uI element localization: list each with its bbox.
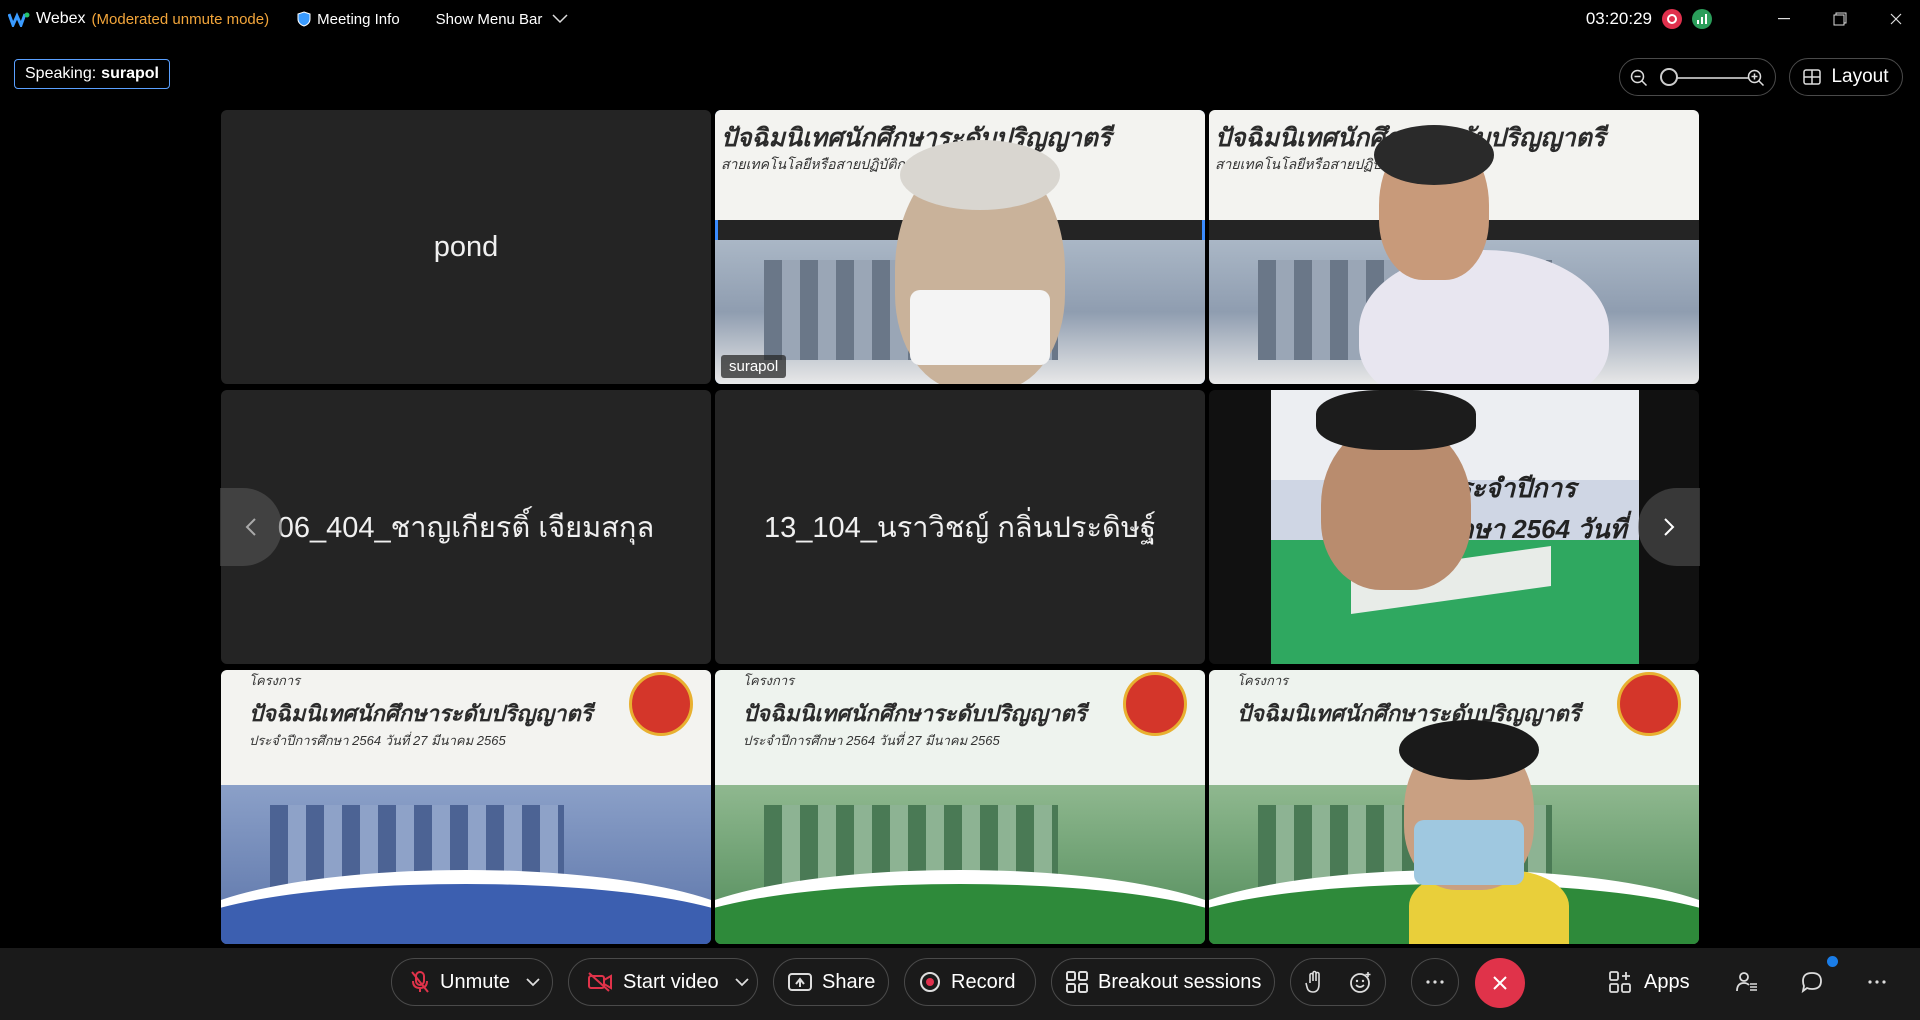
- chat-notification-badge: [1827, 956, 1838, 967]
- participant-name: 06_404_ชาญเกียรติ์ เจียมสกุล: [277, 512, 655, 544]
- banner-header: โครงการ: [1237, 673, 1289, 688]
- webex-logo-icon: [8, 12, 30, 27]
- more-dots-icon: [1426, 980, 1444, 984]
- share-screen-icon: [788, 973, 812, 991]
- shield-icon: [297, 11, 311, 27]
- video-off-icon: [588, 972, 612, 992]
- more-dots-icon: [1868, 980, 1886, 984]
- participant-tile-pond[interactable]: pond: [221, 110, 711, 384]
- record-icon: [920, 972, 940, 992]
- banner-title: ปัจฉิมนิเทศนักศึกษาระดับปริญญาตรี: [743, 701, 1087, 727]
- start-video-label: Start video: [623, 970, 719, 993]
- participant-tile-video-3[interactable]: โครงการ ปัจฉิมนิเทศนักศึกษาระดับปริญญาตร…: [221, 670, 711, 944]
- share-label: Share: [822, 970, 876, 993]
- participant-tile-video-1[interactable]: ปัจฉิมนิเทศนักศึกษาระดับปริญญาตรี สายเทค…: [1209, 110, 1699, 384]
- reactions-group: [1290, 958, 1386, 1006]
- participant-name-chip: surapol: [721, 355, 787, 378]
- layout-button[interactable]: Layout: [1789, 58, 1903, 96]
- breakout-sessions-label: Breakout sessions: [1098, 970, 1262, 993]
- minimize-icon: [1778, 18, 1790, 20]
- chevron-down-icon[interactable]: [734, 977, 749, 987]
- participant-name: 13_104_นราวิชญ์ กลิ่นประดิษฐ์: [764, 512, 1156, 544]
- participant-tile-video-2[interactable]: ประจำปีการศึกษา 2564 วันที่ 27 มีนาคม 25…: [1209, 390, 1699, 664]
- participant-tile-surapol[interactable]: ปัจฉิมนิเทศนักศึกษาระดับปริญญาตรี สายเทค…: [715, 110, 1205, 384]
- banner-subtitle: สายเทคโนโลยีหรือสายปฏิบัติการ: [721, 156, 921, 172]
- participant-video: โครงการ ปัจฉิมนิเทศนักศึกษาระดับปริญญาตร…: [715, 670, 1205, 944]
- chevron-left-icon: [245, 518, 256, 536]
- banner-title: ปัจฉิมนิเทศนักศึกษาระดับปริญญาตรี: [1237, 701, 1581, 727]
- overflow-menu-button[interactable]: [1868, 958, 1886, 1006]
- meeting-info-label: Meeting Info: [317, 10, 400, 28]
- participant-video: โครงการ ปัจฉิมนิเทศนักศึกษาระดับปริญญาตร…: [1209, 670, 1699, 944]
- participants-button[interactable]: [1735, 958, 1759, 1006]
- raise-hand-icon[interactable]: [1304, 970, 1324, 994]
- banner-date: ประจำปีการศึกษา 2564 วันที่ 27 มีนาคม 25…: [249, 733, 506, 748]
- participant-video: ปัจฉิมนิเทศนักศึกษาระดับปริญญาตรี สายเทค…: [1209, 110, 1699, 384]
- show-menu-bar-button[interactable]: Show Menu Bar: [436, 11, 569, 28]
- layout-label: Layout: [1831, 66, 1889, 87]
- restore-button[interactable]: [1816, 0, 1864, 38]
- recording-indicator-icon: [1662, 9, 1682, 29]
- participant-name: pond: [433, 230, 499, 263]
- participant-tile-video-5[interactable]: โครงการ ปัจฉิมนิเทศนักศึกษาระดับปริญญาตร…: [1209, 670, 1699, 944]
- share-button[interactable]: Share: [773, 958, 889, 1006]
- more-options-button[interactable]: [1411, 958, 1459, 1006]
- banner-title: ปัจฉิมนิเทศนักศึกษาระดับปริญญาตรี: [249, 701, 593, 727]
- reactions-emoji-icon[interactable]: [1349, 970, 1373, 994]
- title-bar: Webex (Moderated unmute mode) Meeting In…: [0, 0, 1920, 38]
- close-icon: [1493, 976, 1507, 990]
- leave-meeting-button[interactable]: [1475, 958, 1525, 1008]
- breakout-sessions-button[interactable]: Breakout sessions: [1051, 958, 1275, 1006]
- unmute-label: Unmute: [440, 970, 511, 993]
- participant-video: ปัจฉิมนิเทศนักศึกษาระดับปริญญาตรี สายเทค…: [715, 110, 1205, 384]
- chevron-right-icon: [1664, 518, 1675, 536]
- chat-button[interactable]: [1800, 958, 1824, 1006]
- close-window-button[interactable]: [1872, 0, 1920, 38]
- speaking-name: surapol: [101, 65, 159, 82]
- meeting-mode: (Moderated unmute mode): [91, 10, 270, 28]
- speaking-label: Speaking:: [25, 65, 97, 82]
- network-stats-icon[interactable]: [1692, 9, 1712, 29]
- breakout-grid-icon: [1066, 971, 1088, 993]
- start-video-button[interactable]: Start video: [568, 958, 758, 1006]
- unmute-button[interactable]: Unmute: [391, 958, 553, 1006]
- participant-tile-video-4[interactable]: โครงการ ปัจฉิมนิเทศนักศึกษาระดับปริญญาตร…: [715, 670, 1205, 944]
- chevron-down-icon[interactable]: [526, 977, 540, 987]
- meeting-info-button[interactable]: Meeting Info: [297, 11, 400, 28]
- banner-header: โครงการ: [743, 673, 795, 688]
- microphone-muted-icon: [411, 971, 429, 993]
- chevron-down-icon: [552, 14, 568, 24]
- record-label: Record: [951, 970, 1016, 993]
- app-name: Webex: [36, 10, 86, 27]
- grid-layout-icon: [1803, 69, 1822, 85]
- banner-date: ประจำปีการศึกษา 2564 วันที่ 27 มีนาคม 25…: [743, 733, 1000, 748]
- apps-label: Apps: [1644, 970, 1690, 993]
- meeting-clock: 03:20:29: [1585, 9, 1652, 28]
- show-menu-bar-label: Show Menu Bar: [435, 10, 543, 28]
- zoom-in-icon[interactable]: [1747, 69, 1765, 87]
- restore-icon: [1833, 12, 1847, 26]
- zoom-out-icon[interactable]: [1630, 69, 1648, 87]
- banner-title: ปัจฉิมนิเทศนักศึกษาระดับปริญญาตรี: [721, 123, 1112, 152]
- zoom-slider-knob[interactable]: [1660, 68, 1678, 86]
- participant-tile-13-104[interactable]: 13_104_นราวิชญ์ กลิ่นประดิษฐ์: [715, 390, 1205, 664]
- apps-button[interactable]: Apps: [1608, 958, 1690, 1006]
- chat-bubble-icon: [1801, 972, 1822, 994]
- record-button[interactable]: Record: [904, 958, 1036, 1006]
- participant-video: ประจำปีการศึกษา 2564 วันที่ 27 มีนาคม 25…: [1271, 390, 1639, 664]
- minimize-button[interactable]: [1760, 0, 1808, 38]
- close-icon: [1890, 13, 1902, 25]
- speaking-indicator: Speaking: surapol: [14, 59, 170, 89]
- participant-tile-06-404[interactable]: 06_404_ชาญเกียรติ์ เจียมสกุล: [221, 390, 711, 664]
- participants-icon: [1736, 972, 1757, 992]
- apps-icon: [1609, 971, 1631, 993]
- participant-video: โครงการ ปัจฉิมนิเทศนักศึกษาระดับปริญญาตร…: [221, 670, 711, 944]
- zoom-control[interactable]: [1619, 58, 1776, 96]
- banner-header: โครงการ: [249, 673, 301, 688]
- zoom-slider-track[interactable]: [1670, 77, 1748, 79]
